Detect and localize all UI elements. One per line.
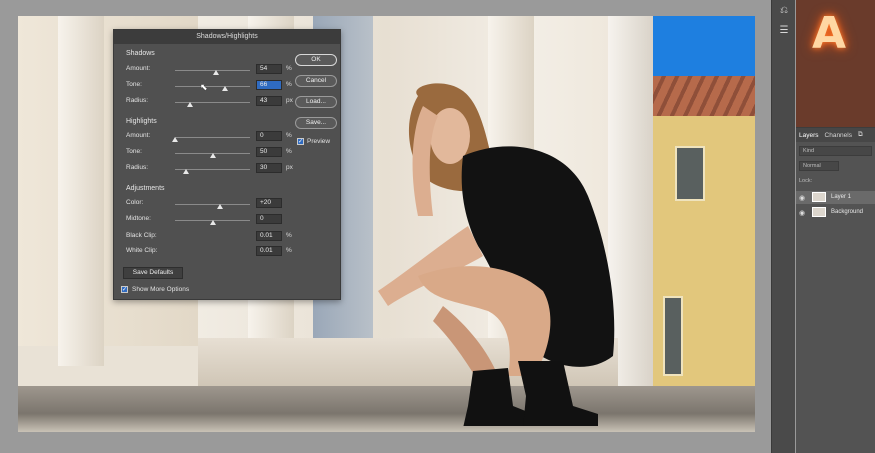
shadows-radius-unit: px — [286, 97, 293, 104]
white-clip-label: White Clip: — [126, 247, 158, 254]
tab-layers[interactable]: Layers — [799, 132, 819, 139]
show-more-options-label: Show More Options — [132, 286, 190, 293]
highlights-amount-row: Amount: 0 % — [126, 131, 292, 143]
midtone-slider-thumb[interactable] — [209, 220, 216, 225]
shadows-tone-field[interactable]: 66 — [256, 80, 282, 90]
ok-button[interactable]: OK — [295, 54, 337, 66]
color-field[interactable]: +20 — [256, 198, 282, 208]
highlights-radius-unit: px — [286, 164, 293, 171]
layer-row-layer-1[interactable]: ◉ Layer 1 — [796, 191, 875, 204]
midtone-field[interactable]: 0 — [256, 214, 282, 224]
highlights-radius-row: Radius: 30 px — [126, 163, 293, 175]
neon-sign-image: A — [812, 8, 847, 59]
history-icon[interactable]: ⎌ — [777, 4, 791, 18]
paths-icon[interactable]: ⧉ — [858, 131, 863, 139]
tab-channels[interactable]: Channels — [825, 132, 852, 139]
lock-label: Lock: — [799, 178, 813, 184]
layers-panel-tabs: Layers Channels ⧉ — [796, 128, 875, 142]
shadows-amount-unit: % — [286, 65, 292, 72]
save-button[interactable]: Save... — [295, 117, 337, 129]
highlights-amount-slider[interactable] — [175, 137, 250, 138]
color-slider[interactable] — [175, 204, 250, 205]
highlights-radius-label: Radius: — [126, 164, 149, 171]
preview-label: Preview — [307, 138, 331, 145]
shadows-radius-slider-thumb[interactable] — [187, 102, 193, 107]
color-row: Color: +20 — [126, 198, 286, 210]
highlights-amount-field[interactable]: 0 — [256, 131, 282, 141]
shadows-radius-row: Radius: 43 px — [126, 96, 293, 108]
shadows-amount-field[interactable]: 54 — [256, 64, 282, 74]
shadows-amount-row: Amount: 54 % — [126, 64, 292, 76]
layer-row-background[interactable]: ◉ Background — [796, 206, 875, 219]
layers-panel: Layers Channels ⧉ Kind Normal Lock: ◉ La… — [796, 127, 875, 453]
white-clip-field[interactable]: 0.01 — [256, 246, 282, 256]
highlights-amount-label: Amount: — [126, 132, 151, 139]
highlights-tone-slider-thumb[interactable] — [209, 153, 216, 158]
highlights-tone-row: Tone: 50 % — [126, 147, 292, 159]
shadows-highlights-dialog[interactable]: Shadows/Highlights Shadows Amount: 54 % … — [113, 29, 341, 300]
save-defaults-button[interactable]: Save Defaults — [123, 267, 183, 279]
visibility-eye-icon[interactable]: ◉ — [799, 194, 805, 202]
shadows-amount-slider-thumb[interactable] — [212, 70, 219, 75]
layer-name: Background — [831, 209, 864, 215]
shadows-tone-slider[interactable] — [175, 86, 250, 87]
highlights-radius-field[interactable]: 30 — [256, 163, 282, 173]
cancel-button[interactable]: Cancel — [295, 75, 337, 87]
black-clip-label: Black Clip: — [126, 232, 157, 239]
layer-filter-search[interactable]: Kind — [799, 146, 872, 156]
shadows-radius-field[interactable]: 43 — [256, 96, 282, 106]
show-more-options-checkbox[interactable]: ✓ — [121, 286, 128, 293]
photo-pillar — [58, 16, 104, 366]
black-clip-unit: % — [286, 232, 292, 239]
photo-window — [663, 296, 683, 376]
navigator-thumbnail: A — [796, 0, 875, 127]
photo-roof — [653, 76, 755, 116]
dialog-title[interactable]: Shadows/Highlights — [114, 30, 340, 44]
highlights-amount-slider-thumb[interactable] — [172, 137, 178, 142]
layer-name: Layer 1 — [831, 194, 852, 200]
black-clip-field[interactable]: 0.01 — [256, 231, 282, 241]
color-label: Color: — [126, 199, 144, 206]
visibility-eye-icon[interactable]: ◉ — [799, 209, 805, 217]
photo-person — [378, 83, 615, 426]
white-clip-row: White Clip: 0.01 % — [126, 246, 292, 258]
properties-icon[interactable]: ☰ — [777, 24, 791, 38]
highlights-tone-label: Tone: — [126, 148, 142, 155]
highlights-radius-slider-thumb[interactable] — [183, 169, 190, 174]
blend-mode-dropdown[interactable]: Normal — [799, 161, 839, 171]
highlights-tone-field[interactable]: 50 — [256, 147, 282, 157]
highlights-amount-unit: % — [286, 132, 292, 139]
midtone-row: Midtone: 0 — [126, 214, 286, 226]
load-button[interactable]: Load... — [295, 96, 337, 108]
adjustments-heading: Adjustments — [126, 185, 165, 192]
white-clip-unit: % — [286, 247, 292, 254]
shadows-heading: Shadows — [126, 50, 155, 57]
shadows-tone-slider-thumb[interactable] — [221, 86, 228, 91]
shadows-amount-label: Amount: — [126, 65, 151, 72]
layer-thumbnail — [812, 192, 826, 202]
photo-window — [675, 146, 705, 201]
panel-dock-strip: ⎌ ☰ — [771, 0, 795, 453]
highlights-tone-unit: % — [286, 148, 292, 155]
color-slider-thumb[interactable] — [217, 204, 223, 209]
shadows-tone-unit: % — [286, 81, 292, 88]
black-clip-row: Black Clip: 0.01 % — [126, 231, 292, 243]
layer-thumbnail — [812, 207, 826, 217]
highlights-heading: Highlights — [126, 118, 157, 125]
preview-checkbox[interactable]: ✓ — [297, 138, 304, 145]
shadows-tone-label: Tone: — [126, 81, 142, 88]
midtone-label: Midtone: — [126, 215, 151, 222]
mouse-pointer-icon: ⬉ — [200, 82, 208, 92]
shadows-radius-label: Radius: — [126, 97, 149, 104]
photo-yellow-building — [653, 116, 755, 386]
